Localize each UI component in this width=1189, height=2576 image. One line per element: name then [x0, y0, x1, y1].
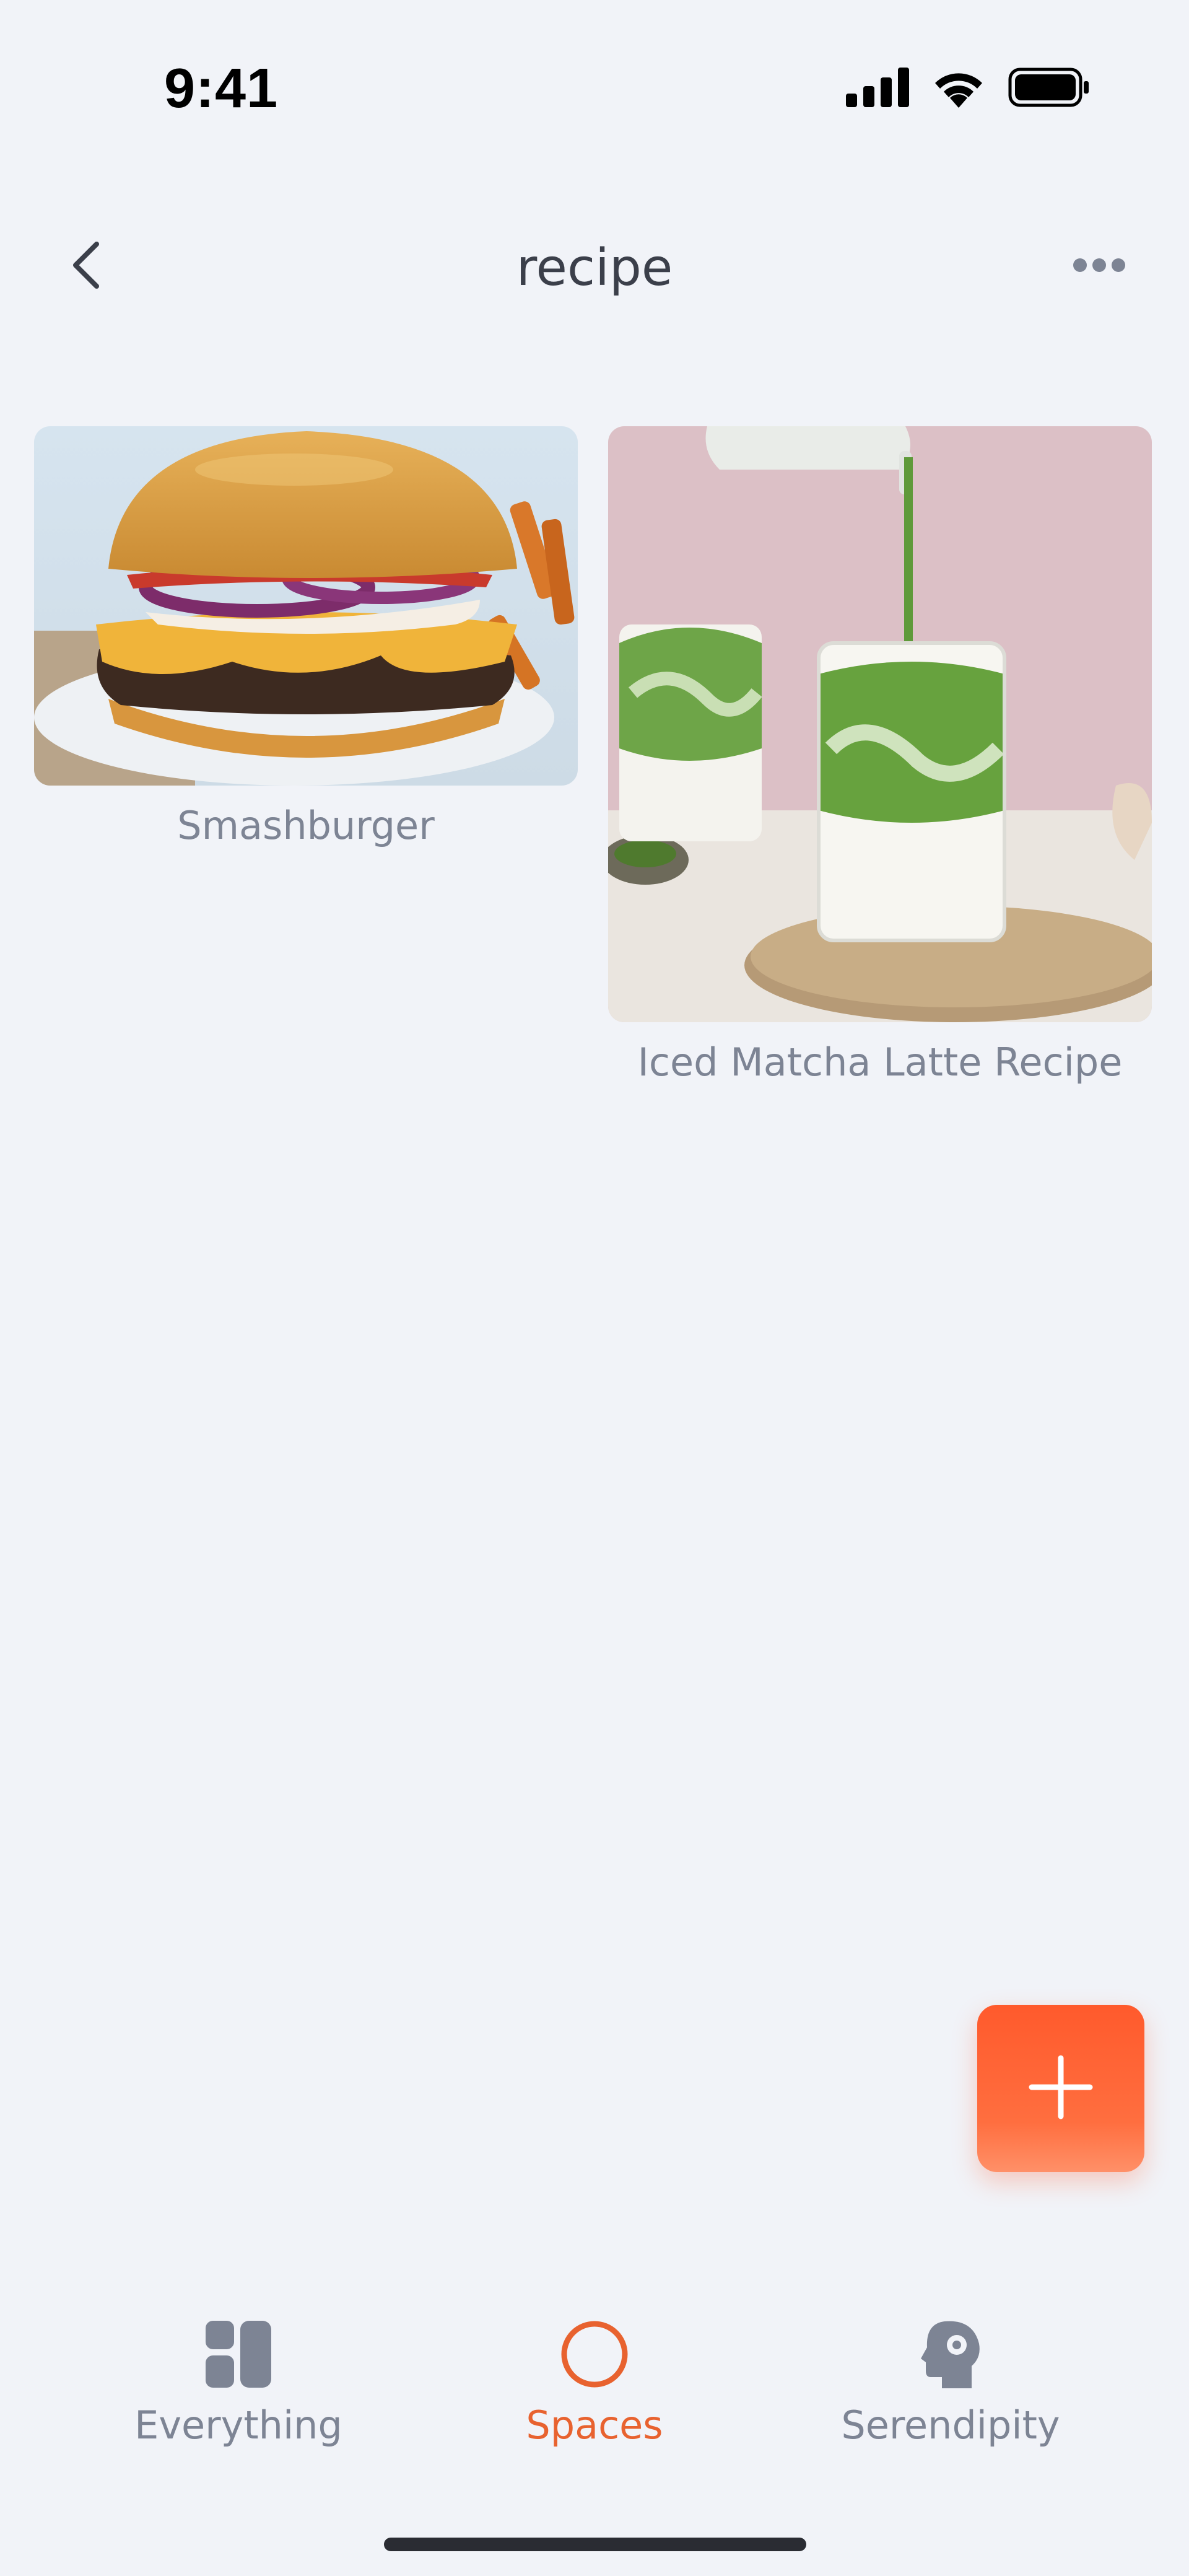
- more-options-button[interactable]: [1065, 235, 1133, 297]
- cellular-signal-icon: [846, 68, 909, 110]
- tab-label: Serendipity: [841, 2403, 1060, 2448]
- burger-photo: [34, 426, 578, 786]
- status-time: 9:41: [164, 58, 279, 120]
- status-bar: 9:41: [0, 0, 1189, 180]
- plus-icon: [1027, 2053, 1095, 2124]
- grid-icon: [201, 2317, 276, 2391]
- page-title: recipe: [516, 239, 673, 297]
- add-button[interactable]: [977, 2005, 1144, 2172]
- home-indicator[interactable]: [384, 2538, 806, 2551]
- card-caption: Smashburger: [177, 803, 435, 848]
- tab-spaces[interactable]: Spaces: [440, 2317, 749, 2448]
- status-icons: [846, 67, 1090, 111]
- recipe-card-iced-matcha-latte[interactable]: Iced Matcha Latte Recipe: [608, 426, 1152, 1085]
- tab-serendipity[interactable]: Serendipity: [796, 2317, 1105, 2448]
- head-profile-icon: [913, 2317, 988, 2391]
- nav-bar: recipe: [0, 204, 1189, 335]
- circle-icon: [557, 2317, 632, 2391]
- tab-everything[interactable]: Everything: [84, 2317, 393, 2448]
- tab-label: Spaces: [526, 2403, 663, 2448]
- ellipsis-icon: [1073, 258, 1126, 276]
- matcha-latte-photo: [608, 426, 1152, 1022]
- battery-icon: [1008, 68, 1090, 110]
- tab-label: Everything: [134, 2403, 342, 2448]
- card-caption: Iced Matcha Latte Recipe: [637, 1040, 1123, 1085]
- recipe-card-smashburger[interactable]: Smashburger: [34, 426, 578, 848]
- wifi-icon: [930, 67, 987, 111]
- screen: 9:41 recipe Smashburger Iced Matcha Latt…: [0, 0, 1189, 2576]
